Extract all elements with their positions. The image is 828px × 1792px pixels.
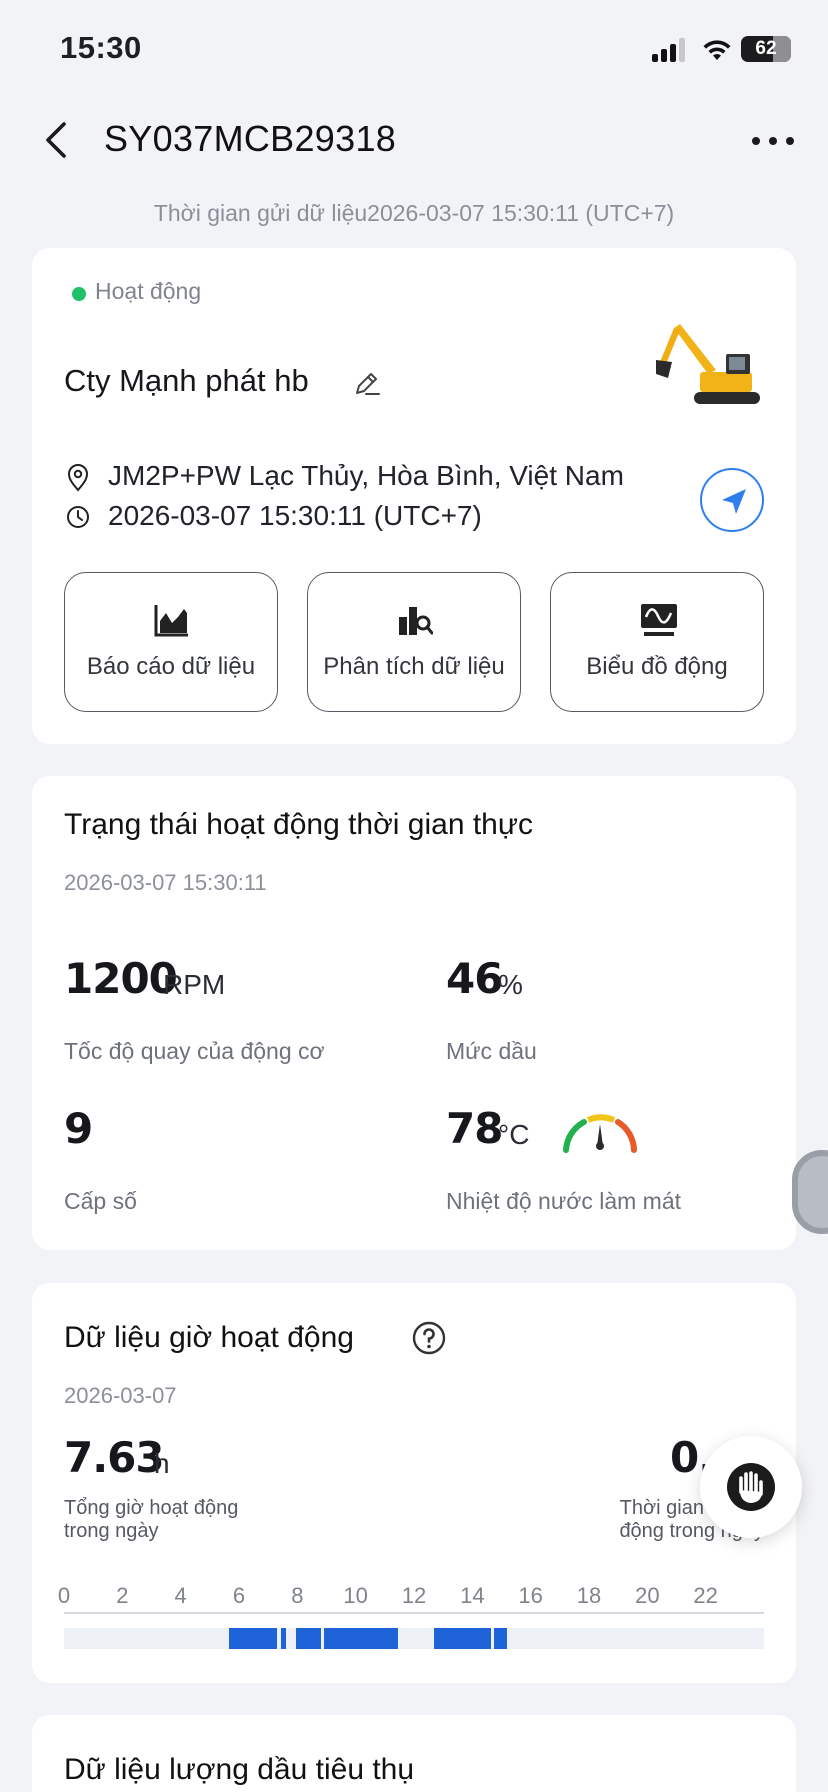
- total-hours-label-line1: Tổng giờ hoạt động: [64, 1497, 239, 1519]
- dynamic-chart-label: Biểu đồ động: [586, 653, 728, 680]
- status-badge: Hoạt động: [95, 278, 202, 304]
- clock-icon: [67, 506, 89, 528]
- fuel-consumption-card: Dữ liệu lượng dầu tiêu thụ: [32, 1715, 796, 1792]
- dynamic-chart-button[interactable]: Biểu đồ động: [550, 572, 764, 712]
- total-hours-label-line2: trong ngày: [64, 1520, 159, 1542]
- hours-axis-tick: 10: [343, 1583, 368, 1608]
- total-hours-value: 7.63: [64, 1433, 165, 1482]
- floating-edge-widget[interactable]: [792, 1150, 828, 1234]
- operating-segment: [323, 1628, 398, 1649]
- location-pin-icon: [67, 464, 89, 492]
- location-timestamp: 2026-03-07 15:30:11 (UTC+7): [108, 500, 482, 531]
- machine-overview-card: Hoạt động Cty Mạnh phát hb JM2P+PW Lạc T…: [32, 248, 796, 744]
- hours-axis-tick: 18: [576, 1583, 602, 1608]
- excavator-image: [656, 324, 760, 404]
- hours-axis: 0 2 4 6 8 10 12 14 16 18 20 22: [58, 1583, 764, 1613]
- hours-axis-tick: 4: [174, 1583, 187, 1608]
- realtime-status-card: Trạng thái hoạt động thời gian thực 2026…: [32, 776, 796, 1250]
- data-sent-time: Thời gian gửi dữ liệu2026-03-07 15:30:11…: [153, 200, 675, 226]
- more-options-icon[interactable]: [748, 126, 798, 156]
- hours-axis-tick: 2: [116, 1583, 129, 1608]
- fuel-consumption-title: Dữ liệu lượng dầu tiêu thụ: [64, 1753, 415, 1786]
- hours-axis-tick: 14: [460, 1583, 485, 1608]
- back-arrow-icon[interactable]: [40, 120, 72, 160]
- gear-label: Cấp số: [64, 1188, 137, 1214]
- oil-level-unit: %: [498, 969, 523, 1000]
- hours-timeline-track: [64, 1628, 764, 1649]
- navigation-arrow-icon: [722, 489, 746, 514]
- hand-assist-button[interactable]: [700, 1436, 802, 1538]
- battery-level: 62: [755, 38, 777, 59]
- monitor-wave-icon: [641, 604, 677, 636]
- coolant-temp-label: Nhiệt độ nước làm mát: [446, 1188, 682, 1214]
- hours-axis-tick: 22: [693, 1583, 718, 1608]
- data-analysis-button[interactable]: Phân tích dữ liệu: [307, 572, 521, 712]
- status-bar: 15:30 62: [0, 0, 828, 100]
- rpm-unit: RPM: [163, 969, 226, 1000]
- hours-axis-tick: 6: [232, 1583, 246, 1608]
- realtime-title: Trạng thái hoạt động thời gian thực: [64, 808, 533, 841]
- operating-hours-title: Dữ liệu giờ hoạt động: [64, 1321, 354, 1354]
- wifi-icon: [703, 40, 731, 60]
- operating-hours-date: 2026-03-07: [64, 1383, 177, 1408]
- edit-icon[interactable]: [352, 368, 382, 398]
- area-chart-icon: [154, 605, 188, 637]
- coolant-temp-unit: °C: [498, 1119, 530, 1150]
- hours-axis-line: [64, 1612, 764, 1614]
- hours-axis-tick: 20: [635, 1583, 660, 1608]
- hours-axis-tick: 8: [291, 1583, 304, 1608]
- location-address: JM2P+PW Lạc Thủy, Hòa Bình, Việt Nam: [108, 460, 624, 491]
- realtime-date: 2026-03-07 15:30:11: [64, 870, 267, 895]
- navigate-button[interactable]: [700, 468, 764, 532]
- page-title: SY037MCB29318: [104, 118, 397, 159]
- rpm-label: Tốc độ quay của động cơ: [64, 1038, 325, 1064]
- hours-axis-tick: 0: [57, 1583, 71, 1608]
- temperature-gauge-icon: [563, 1114, 637, 1153]
- operating-segment: [295, 1628, 321, 1649]
- cellular-signal-icon: [652, 38, 688, 62]
- help-icon[interactable]: [412, 1321, 446, 1355]
- oil-level-label: Mức dầu: [446, 1038, 537, 1064]
- data-analysis-label: Phân tích dữ liệu: [323, 653, 505, 680]
- data-report-label: Báo cáo dữ liệu: [86, 653, 256, 680]
- analysis-icon: [399, 607, 433, 635]
- gear-value: 9: [64, 1104, 93, 1153]
- total-hours-unit: h: [154, 1448, 170, 1479]
- status-dot: [72, 287, 86, 301]
- coolant-temp-value: 78: [446, 1104, 503, 1153]
- top-nav-bar: SY037MCB29318: [0, 100, 828, 180]
- operating-segment: [494, 1628, 508, 1649]
- hours-axis-tick: 12: [401, 1583, 427, 1608]
- rpm-value: 1200: [64, 954, 178, 1003]
- operating-segment: [228, 1628, 277, 1649]
- clock: 15:30: [60, 30, 142, 65]
- hours-axis-tick: 16: [518, 1583, 543, 1608]
- operating-segment: [281, 1628, 286, 1649]
- hand-icon: [727, 1463, 775, 1511]
- oil-level-value: 46: [446, 954, 503, 1003]
- data-report-button[interactable]: Báo cáo dữ liệu: [64, 572, 278, 712]
- operating-hours-card: Dữ liệu giờ hoạt động 2026-03-07 7.63 h …: [32, 1283, 796, 1683]
- company-name: Cty Mạnh phát hb: [64, 363, 309, 398]
- battery-icon: 62: [741, 36, 791, 62]
- operating-segment: [434, 1628, 492, 1649]
